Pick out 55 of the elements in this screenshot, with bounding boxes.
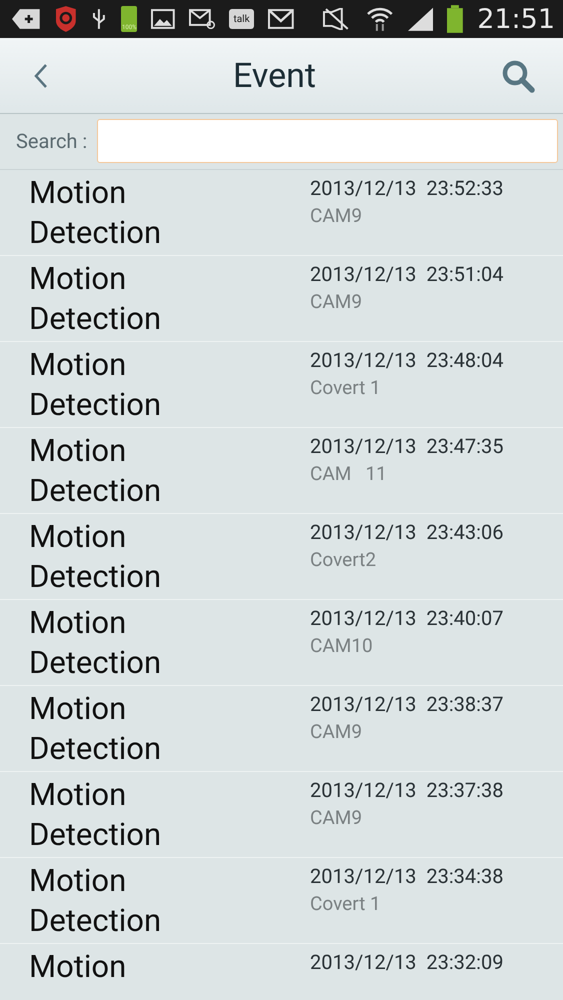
event-camera: CAM 11 (310, 462, 388, 485)
event-datetime: 2013/12/13 23:47:35 (310, 434, 504, 458)
event-title: Motion Detection (29, 517, 162, 597)
event-row[interactable]: Motion Detection 2013/12/13 23:52:33 CAM9 (0, 170, 563, 256)
battery-icon (447, 5, 464, 33)
event-title: Motion Detection (29, 603, 162, 683)
event-camera: CAM10 (310, 634, 374, 657)
event-camera: CAM9 (310, 204, 364, 227)
event-camera: Covert 1 (310, 376, 382, 399)
event-row[interactable]: Motion Detection 2013/12/13 23:51:04 CAM9 (0, 256, 563, 342)
event-datetime: 2013/12/13 23:43:06 (310, 520, 504, 544)
search-label: Search : (16, 129, 88, 153)
event-datetime: 2013/12/13 23:38:37 (310, 692, 504, 716)
event-row[interactable]: Motion Detection 2013/12/13 23:48:04 Covert 1 (0, 342, 563, 428)
event-title: Motion Detection (29, 861, 162, 941)
back-icon[interactable] (34, 62, 48, 88)
event-datetime: 2013/12/13 23:37:38 (310, 778, 504, 802)
wifi-icon (366, 6, 394, 32)
talk-label: talk (233, 14, 250, 24)
event-title: Motion (29, 947, 128, 987)
event-camera: CAM9 (310, 720, 364, 743)
event-row[interactable]: Motion Detection 2013/12/13 23:34:38 Covert 1 (0, 858, 563, 944)
event-datetime: 2013/12/13 23:52:33 (310, 176, 504, 200)
event-title: Motion Detection (29, 345, 162, 425)
event-camera: Covert 1 (310, 892, 382, 915)
search-field[interactable] (97, 119, 558, 163)
add-tab-icon (12, 9, 40, 29)
mail-icon (268, 9, 294, 29)
event-row[interactable]: Motion Detection 2013/12/13 23:40:07 CAM10 (0, 600, 563, 686)
event-datetime: 2013/12/13 23:48:04 (310, 348, 504, 372)
event-camera: CAM9 (310, 290, 364, 313)
event-title: Motion Detection (29, 689, 162, 769)
event-row[interactable]: Motion Detection 2013/12/13 23:47:35 CAM 11 (0, 428, 563, 514)
event-title: Motion Detection (29, 431, 162, 511)
event-row[interactable]: Motion Detection 2013/12/13 23:43:06 Covert2 (0, 514, 563, 600)
email-icon (188, 9, 215, 29)
event-title: Motion Detection (29, 173, 162, 253)
event-datetime: 2013/12/13 23:51:04 (310, 262, 504, 286)
event-row[interactable]: Motion 2013/12/13 23:32:09 (0, 944, 563, 1000)
event-datetime: 2013/12/13 23:40:07 (310, 606, 504, 630)
event-camera: CAM9 (310, 806, 364, 829)
page-title: Event (232, 56, 316, 96)
usb-icon (91, 7, 108, 31)
signal-icon (408, 7, 434, 31)
clock-time: 21:51 (477, 4, 556, 34)
search-icon[interactable] (500, 58, 535, 92)
picture-icon (151, 9, 175, 29)
event-datetime: 2013/12/13 23:32:09 (310, 950, 504, 974)
event-title: Motion Detection (29, 775, 162, 855)
event-row[interactable]: Motion Detection 2013/12/13 23:37:38 CAM9 (0, 772, 563, 858)
event-row[interactable]: Motion Detection 2013/12/13 23:38:37 CAM9 (0, 686, 563, 772)
event-camera: Covert2 (310, 548, 378, 571)
shield-icon (54, 6, 78, 32)
event-datetime: 2013/12/13 23:34:38 (310, 864, 504, 888)
event-title: Motion Detection (29, 259, 162, 339)
